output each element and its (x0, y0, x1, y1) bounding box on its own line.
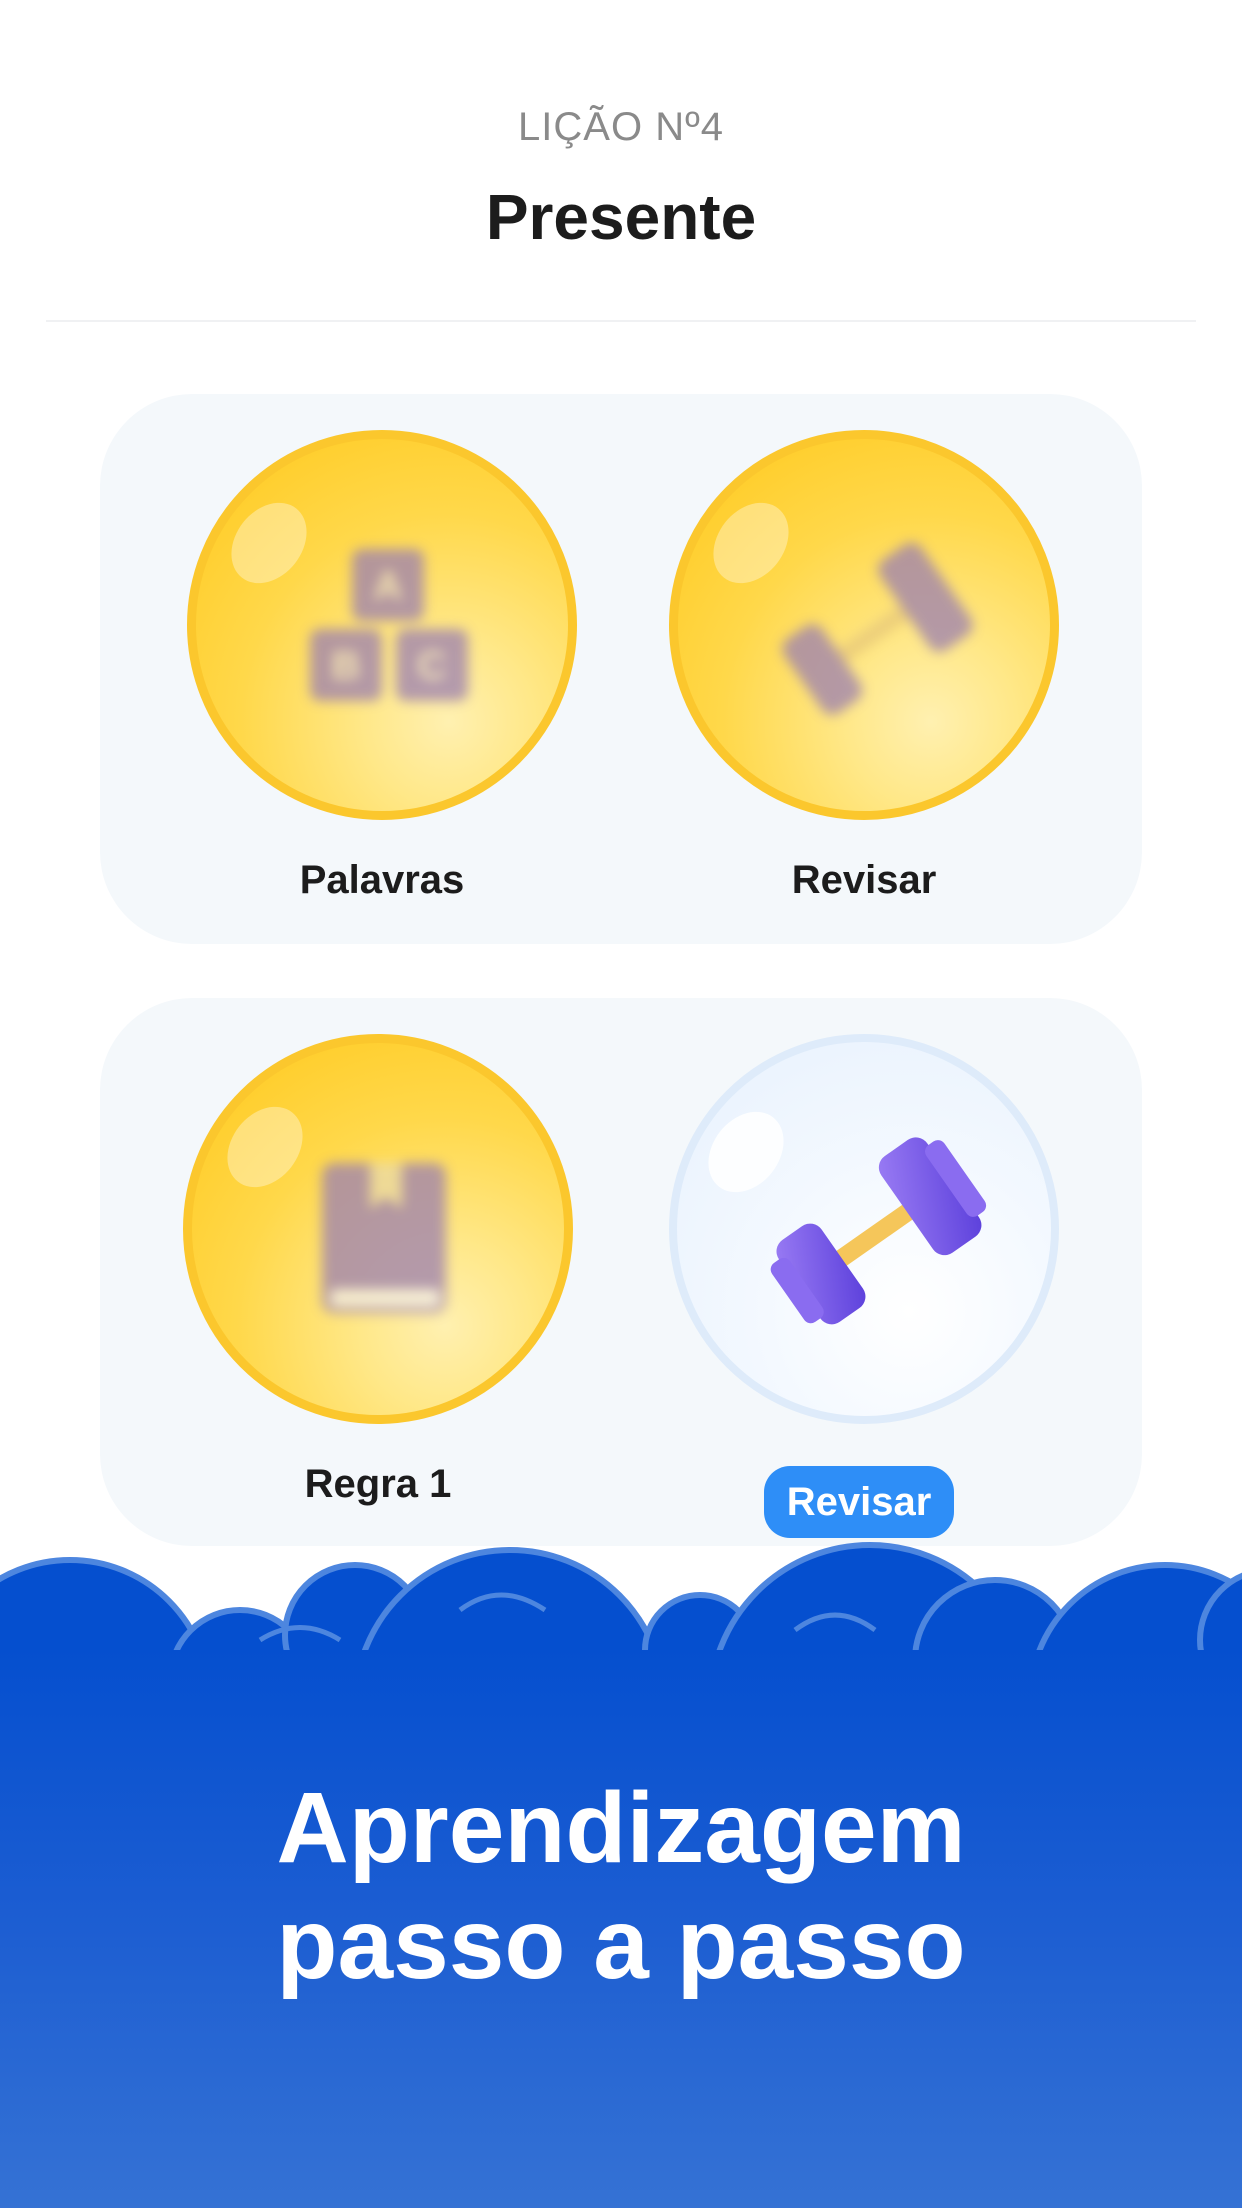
dumbbell-icon (782, 542, 973, 715)
step-bubble[interactable] (669, 430, 1059, 820)
abc-blocks-icon: A B C (310, 549, 468, 701)
step-label: Palavras (299, 858, 465, 902)
step-bubble[interactable] (183, 1034, 573, 1424)
lesson-number: LIÇÃO Nº4 (518, 105, 724, 149)
lesson-steps-row-1: A B C Palavras Revisar (100, 394, 1142, 944)
lesson-title: Presente (485, 181, 757, 253)
svg-text:A: A (374, 564, 403, 608)
step-bubble-current[interactable] (669, 1034, 1059, 1424)
header-divider (46, 320, 1196, 322)
step-bubble[interactable]: A B C (187, 430, 577, 820)
lesson-header: LIÇÃO Nº4 Presente (0, 0, 1242, 322)
dumbbell-icon (770, 1137, 987, 1325)
step-label: Revisar (791, 858, 937, 902)
book-icon (322, 1163, 446, 1313)
promo-line-1: Aprendizagem (276, 1772, 966, 1884)
promo-line-2: passo a passo (276, 1888, 966, 2000)
promo-tagline: Aprendizagem passo a passo (0, 1770, 1242, 2002)
svg-text:B: B (332, 644, 361, 688)
lesson-steps-row-2: Regra 1 Revisar (100, 998, 1142, 1546)
svg-text:C: C (418, 644, 447, 688)
